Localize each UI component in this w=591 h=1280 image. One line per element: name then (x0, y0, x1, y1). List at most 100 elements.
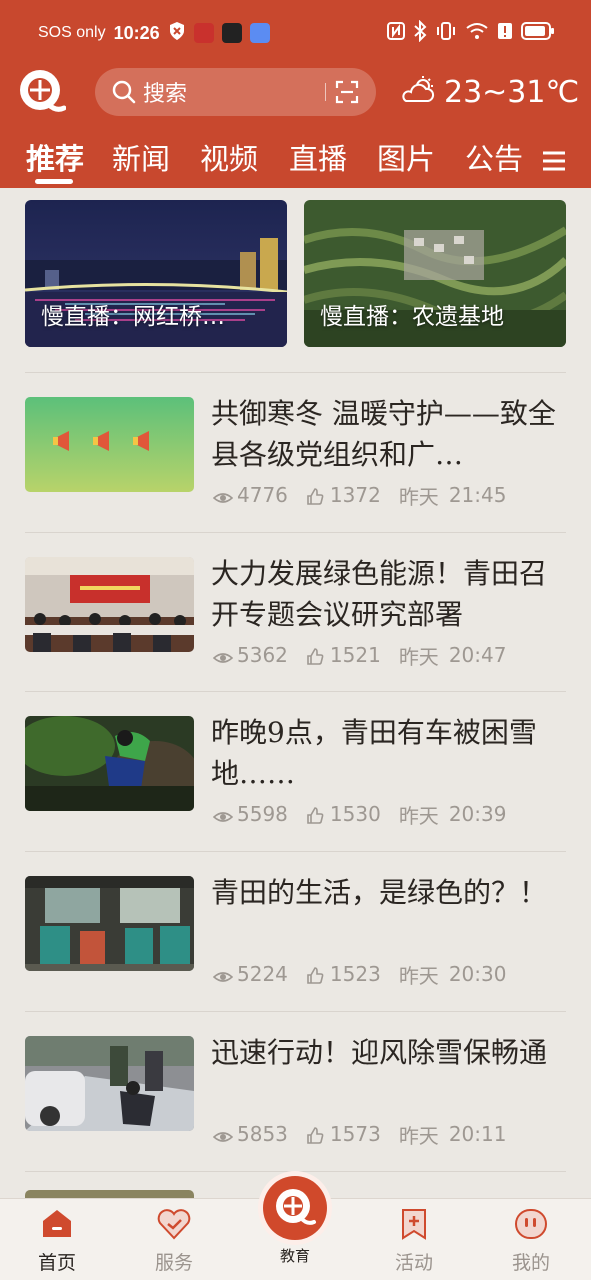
like-count: 1573 (329, 1122, 381, 1146)
news-thumbnail (25, 557, 194, 652)
search-bar[interactable]: 搜索 (95, 68, 376, 116)
bluetooth-icon (413, 19, 427, 46)
live-card-caption: 慢直播：农遗基地 (320, 304, 504, 330)
news-thumbnail (25, 876, 194, 971)
divider (25, 532, 566, 533)
like-count: 1523 (329, 962, 381, 986)
like-count: 1530 (329, 802, 381, 826)
news-meta: 5853 1573 昨天 20:11 (212, 1122, 507, 1148)
news-title: 大力发展绿色能源！青田召开专题会议研究部署 (211, 557, 548, 631)
like-count: 1521 (329, 643, 381, 667)
nav-label: 我的 (511, 1252, 550, 1274)
view-count: 5224 (237, 962, 288, 986)
view-count: 5598 (237, 802, 288, 826)
nav-label: 首页 (37, 1252, 76, 1274)
bookmark-icon (396, 1207, 432, 1241)
active-tab-indicator (35, 179, 73, 184)
news-meta: 5362 1521 昨天 20:47 (212, 643, 507, 669)
eye-icon (212, 1126, 234, 1142)
divider (25, 851, 566, 852)
publish-date: 昨天 (398, 644, 439, 669)
news-thumbnail (25, 397, 194, 492)
nav-home[interactable]: 首页 (17, 1207, 97, 1275)
news-item[interactable]: 青田的生活，是绿色的？！ 5224 1523 昨天 20:30 (0, 876, 591, 1036)
view-count: 5362 (237, 643, 288, 667)
tab-announcements[interactable]: 公告 (465, 136, 523, 178)
search-divider (325, 83, 326, 101)
shield-icon (168, 21, 186, 45)
tab-video[interactable]: 视频 (200, 136, 258, 178)
news-title: 青田的生活，是绿色的？！ (211, 876, 548, 909)
nav-profile[interactable]: 我的 (491, 1207, 571, 1275)
tab-pictures[interactable]: 图片 (377, 136, 435, 178)
publish-time: 21:45 (448, 483, 507, 507)
profile-icon (513, 1207, 549, 1241)
publish-time: 20:47 (448, 643, 507, 667)
live-card-caption: 慢直播：网红桥… (41, 304, 225, 330)
eye-icon (212, 647, 234, 663)
news-meta: 4776 1372 昨天 21:45 (212, 483, 507, 509)
thumbs-up-icon (306, 487, 326, 505)
tab-recommend[interactable]: 推荐 (26, 136, 84, 178)
nfc-icon (387, 21, 405, 45)
publish-date: 昨天 (398, 484, 439, 509)
home-icon (39, 1207, 75, 1241)
notification-app-icon (193, 23, 214, 43)
like-count: 1372 (329, 483, 381, 507)
news-title: 共御寒冬 温暖守护——致全县各级党组织和广… (211, 397, 556, 471)
vibrate-icon (435, 21, 457, 45)
publish-date: 昨天 (398, 803, 439, 828)
nav-label: 活动 (394, 1252, 433, 1274)
weather-widget[interactable]: 23~31℃ (400, 72, 579, 112)
category-tabs: 推荐 新闻 视频 直播 图片 公告 (0, 136, 591, 186)
divider (25, 1011, 566, 1012)
status-bar: SOS only 10:26 (0, 0, 591, 64)
app-logo[interactable] (18, 66, 67, 118)
publish-date: 昨天 (398, 963, 439, 988)
alert-icon (497, 21, 513, 45)
nav-education-label: 教育 (279, 1247, 310, 1265)
news-title: 迅速行动！迎风除雪保畅通 (211, 1036, 548, 1069)
news-meta: 5598 1530 昨天 20:39 (212, 802, 507, 828)
divider (25, 691, 566, 692)
live-stream-card[interactable]: 慢直播：农遗基地 (304, 200, 566, 347)
thumbs-up-icon (306, 966, 326, 984)
nav-label: 服务 (154, 1252, 193, 1274)
news-title: 昨晚9点，青田有车被困雪地…… (211, 716, 537, 790)
wifi-icon (465, 21, 489, 45)
nav-services[interactable]: 服务 (134, 1207, 214, 1275)
nav-activities[interactable]: 活动 (374, 1207, 454, 1275)
publish-time: 20:11 (448, 1122, 507, 1146)
divider (25, 372, 566, 373)
publish-time: 20:39 (448, 802, 507, 826)
search-icon (111, 79, 137, 105)
live-stream-card[interactable]: 慢直播：网红桥… (25, 200, 287, 347)
thumbs-up-icon (306, 806, 326, 824)
news-meta: 5224 1523 昨天 20:30 (212, 962, 507, 988)
heart-icon (156, 1207, 192, 1241)
news-item[interactable]: 大力发展绿色能源！青田召开专题会议研究部署 5362 1521 昨天 20:47 (0, 557, 591, 717)
news-item[interactable]: 昨晚9点，青田有车被困雪地…… 5598 1530 昨天 20:39 (0, 716, 591, 876)
eye-icon (212, 966, 234, 982)
notification-app-icon (249, 23, 270, 43)
publish-date: 昨天 (398, 1123, 439, 1148)
notification-app-icon (221, 23, 242, 43)
battery-icon (521, 21, 555, 45)
tab-news[interactable]: 新闻 (112, 136, 170, 178)
tab-live[interactable]: 直播 (289, 136, 347, 178)
carrier-label: SOS only (38, 24, 106, 41)
publish-time: 20:30 (448, 962, 507, 986)
news-item[interactable]: 共御寒冬 温暖守护——致全县各级党组织和广… 4776 1372 昨天 21:4… (0, 397, 591, 557)
weather-temperature: 23~31℃ (444, 74, 580, 110)
education-logo-icon (263, 1176, 327, 1240)
nav-education-button[interactable] (258, 1171, 332, 1245)
partly-cloudy-icon (400, 75, 438, 109)
eye-icon (212, 487, 234, 503)
app-header: SOS only 10:26 搜索 23~31℃ 推荐 新闻 视频 直播 图片 … (0, 0, 591, 188)
eye-icon (212, 806, 234, 822)
menu-icon[interactable] (542, 150, 566, 172)
search-placeholder: 搜索 (143, 82, 188, 107)
scan-icon[interactable] (335, 80, 359, 104)
view-count: 4776 (237, 483, 288, 507)
thumbs-up-icon (306, 647, 326, 665)
